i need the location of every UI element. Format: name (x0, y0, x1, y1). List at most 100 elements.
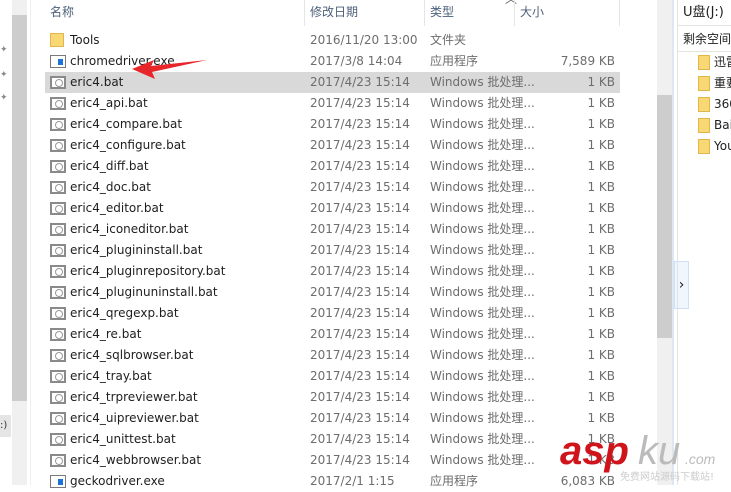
file-row[interactable]: eric4_qregexp.bat 2017/4/23 15:14 Window… (45, 303, 620, 324)
file-type: Windows 批处理... (430, 264, 535, 278)
file-name: eric4_iconeditor.bat (70, 222, 189, 236)
file-date: 2017/2/1 1:15 (310, 474, 395, 488)
file-row[interactable]: eric4_trpreviewer.bat 2017/4/23 15:14 Wi… (45, 387, 620, 408)
batch-file-icon (50, 349, 66, 362)
folder-icon (698, 97, 710, 112)
file-row[interactable]: eric4_uipreviewer.bat 2017/4/23 15:14 Wi… (45, 408, 620, 429)
file-date: 2017/4/23 15:14 (310, 96, 410, 110)
file-name: Tools (70, 33, 100, 47)
file-size: 1 KB (587, 201, 615, 215)
file-type: Windows 批处理... (430, 348, 535, 362)
file-size: 1 KB (587, 75, 615, 89)
left-pane-scroll-thumb[interactable] (12, 15, 27, 401)
folder-item[interactable]: 迅雷 (698, 52, 731, 73)
file-date: 2017/4/23 15:14 (310, 453, 410, 467)
file-date: 2017/4/23 15:14 (310, 390, 410, 404)
file-name: eric4_editor.bat (70, 201, 164, 215)
folder-icon (698, 76, 710, 91)
folder-name: 360 (714, 97, 731, 111)
file-type: Windows 批处理... (430, 411, 535, 425)
file-type: Windows 批处理... (430, 222, 535, 236)
column-header-date[interactable]: 修改日期 (305, 0, 425, 26)
file-date: 2017/4/23 15:14 (310, 243, 410, 257)
batch-file-icon (50, 265, 66, 278)
file-name: eric4_unittest.bat (70, 432, 176, 446)
pane-divider (30, 0, 31, 485)
batch-file-icon (50, 307, 66, 320)
file-type: Windows 批处理... (430, 180, 535, 194)
file-row[interactable]: eric4_compare.bat 2017/4/23 15:14 Window… (45, 114, 620, 135)
file-name: eric4_webbrowser.bat (70, 453, 202, 467)
file-row[interactable]: eric4_sqlbrowser.bat 2017/4/23 15:14 Win… (45, 345, 620, 366)
svg-text:ku: ku (638, 430, 680, 473)
file-type: Windows 批处理... (430, 390, 535, 404)
file-type: Windows 批处理... (430, 117, 535, 131)
file-name: eric4_pluginuninstall.bat (70, 285, 218, 299)
folder-item[interactable]: Bai (698, 115, 731, 136)
file-row[interactable]: geckodriver.exe 2017/2/1 1:15 应用程序 6,083… (45, 471, 620, 492)
svg-text:.com: .com (685, 451, 716, 467)
batch-file-icon (50, 412, 66, 425)
file-row[interactable]: eric4_pluginrepository.bat 2017/4/23 15:… (45, 261, 620, 282)
file-type: Windows 批处理... (430, 138, 535, 152)
file-date: 2017/4/23 15:14 (310, 306, 410, 320)
file-name: eric4_compare.bat (70, 117, 183, 131)
folder-item[interactable]: 360 (698, 94, 731, 115)
column-header-name[interactable]: 名称 (45, 0, 305, 26)
file-type: Windows 批处理... (430, 75, 535, 89)
file-name: eric4_sqlbrowser.bat (70, 348, 194, 362)
file-type: Windows 批处理... (430, 243, 535, 257)
file-type: Windows 批处理... (430, 96, 535, 110)
file-row[interactable]: eric4_webbrowser.bat 2017/4/23 15:14 Win… (45, 450, 620, 471)
file-date: 2017/4/23 15:14 (310, 222, 410, 236)
file-row[interactable]: eric4_diff.bat 2017/4/23 15:14 Windows 批… (45, 156, 620, 177)
batch-file-icon (50, 454, 66, 467)
batch-file-icon (50, 160, 66, 173)
file-type: Windows 批处理... (430, 285, 535, 299)
file-size: 1 KB (587, 306, 615, 320)
file-row[interactable]: eric4_iconeditor.bat 2017/4/23 15:14 Win… (45, 219, 620, 240)
pane-divider (672, 0, 674, 485)
batch-file-icon (50, 97, 66, 110)
batch-file-icon (50, 202, 66, 215)
file-row[interactable]: eric4_doc.bat 2017/4/23 15:14 Windows 批处… (45, 177, 620, 198)
file-row[interactable]: eric4_api.bat 2017/4/23 15:14 Windows 批处… (45, 93, 620, 114)
file-date: 2017/4/23 15:14 (310, 348, 410, 362)
free-space-label: 剩余空间 (678, 26, 731, 52)
file-name: eric4_trpreviewer.bat (70, 390, 198, 404)
file-size: 1 KB (587, 327, 615, 341)
exe-file-icon (50, 55, 66, 68)
svg-text:免费网站源码下载站!: 免费网站源码下载站! (620, 470, 714, 483)
file-date: 2017/4/23 15:14 (310, 117, 410, 131)
nav-item-selected[interactable]: :) (0, 415, 11, 437)
file-row[interactable]: eric4_unittest.bat 2017/4/23 15:14 Windo… (45, 429, 620, 450)
folder-icon (698, 118, 710, 133)
folder-name: You (714, 139, 731, 153)
folder-item[interactable]: 重要 (698, 73, 731, 94)
column-header-type[interactable]: 类型 (425, 0, 515, 26)
file-name: eric4_configure.bat (70, 138, 186, 152)
drive-selector[interactable]: U盘(J:) (678, 0, 731, 26)
file-name: eric4_qregexp.bat (70, 306, 179, 320)
file-row[interactable]: Tools 2016/11/20 13:00 文件夹 (45, 30, 620, 51)
file-size: 1 KB (587, 348, 615, 362)
file-row[interactable]: eric4_re.bat 2017/4/23 15:14 Windows 批处理… (45, 324, 620, 345)
file-row[interactable]: eric4_editor.bat 2017/4/23 15:14 Windows… (45, 198, 620, 219)
file-row[interactable]: eric4_pluginuninstall.bat 2017/4/23 15:1… (45, 282, 620, 303)
file-date: 2017/3/8 14:04 (310, 54, 403, 68)
folder-name: 迅雷 (714, 55, 731, 69)
file-name: eric4_plugininstall.bat (70, 243, 203, 257)
file-row[interactable]: eric4_configure.bat 2017/4/23 15:14 Wind… (45, 135, 620, 156)
file-date: 2017/4/23 15:14 (310, 201, 410, 215)
pin-icon: ✦ (0, 93, 8, 103)
pin-icon: ✦ (0, 45, 8, 55)
folder-item[interactable]: You (698, 136, 731, 157)
exe-file-icon (50, 475, 66, 488)
file-row[interactable]: eric4_plugininstall.bat 2017/4/23 15:14 … (45, 240, 620, 261)
file-list-scroll-thumb[interactable] (657, 95, 672, 338)
file-type: Windows 批处理... (430, 306, 535, 320)
column-header-size[interactable]: 大小 (515, 0, 620, 26)
file-row[interactable]: eric4_tray.bat 2017/4/23 15:14 Windows 批… (45, 366, 620, 387)
file-type: Windows 批处理... (430, 432, 535, 446)
batch-file-icon (50, 286, 66, 299)
